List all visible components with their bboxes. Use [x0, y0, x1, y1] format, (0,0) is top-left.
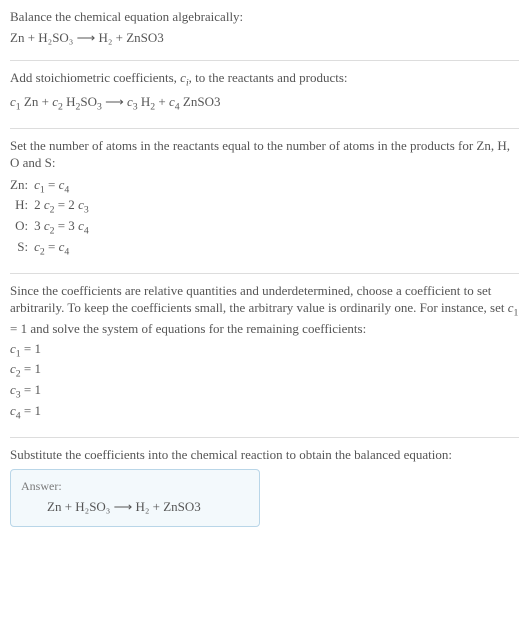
text: H: [138, 94, 151, 109]
balanced-equation: Zn + H₂SO₃ ⟶ H₂ + ZnSO3: [21, 498, 249, 516]
val: = 1: [21, 382, 41, 397]
equation: c1 = c4: [34, 176, 89, 197]
intro-text: Set the number of atoms in the reactants…: [10, 137, 519, 172]
element-label: H:: [10, 196, 34, 217]
solution-line: c1 = 1: [10, 340, 519, 361]
c-sub: 3: [84, 205, 89, 216]
text: ZnSO3: [180, 94, 221, 109]
c-sub: 4: [64, 184, 69, 195]
text: , to the reactants and products:: [189, 70, 348, 85]
solution-line: c4 = 1: [10, 402, 519, 423]
text: = 1 and solve the system of equations fo…: [10, 321, 366, 336]
mid: =: [45, 239, 59, 254]
solution-line: c2 = 1: [10, 360, 519, 381]
text: Since the coefficients are relative quan…: [10, 283, 508, 316]
c1-sub: 1: [514, 308, 519, 319]
section-problem: Balance the chemical equation algebraica…: [10, 8, 519, 61]
intro-text: Add stoichiometric coefficients, ci, to …: [10, 69, 519, 90]
solution-line: c3 = 1: [10, 381, 519, 402]
unbalanced-equation: Zn + H₂SO₃ ⟶ H₂ + ZnSO3: [10, 29, 519, 47]
equation: 2 c2 = 2 c3: [34, 196, 89, 217]
mid: = 3: [54, 218, 78, 233]
equation: c2 = c4: [34, 238, 89, 259]
section-answer: Substitute the coefficients into the che…: [10, 438, 519, 541]
c-sub: 4: [64, 247, 69, 258]
table-row: O: 3 c2 = 3 c4: [10, 217, 89, 238]
section-atom-balance: Set the number of atoms in the reactants…: [10, 129, 519, 274]
text: SO: [80, 94, 97, 109]
element-label: S:: [10, 238, 34, 259]
intro-text: Substitute the coefficients into the che…: [10, 446, 519, 464]
solution-list: c1 = 1 c2 = 1 c3 = 1 c4 = 1: [10, 340, 519, 423]
table-row: Zn: c1 = c4: [10, 176, 89, 197]
mid: =: [45, 177, 59, 192]
element-label: O:: [10, 217, 34, 238]
balance-table: Zn: c1 = c4 H: 2 c2 = 2 c3 O: 3 c2 = 3 c…: [10, 176, 89, 259]
c-sub: 4: [84, 226, 89, 237]
arrow: ⟶: [102, 94, 127, 109]
table-row: H: 2 c2 = 2 c3: [10, 196, 89, 217]
text: +: [155, 94, 169, 109]
equation: 3 c2 = 3 c4: [34, 217, 89, 238]
text: Add stoichiometric coefficients,: [10, 70, 180, 85]
table-row: S: c2 = c4: [10, 238, 89, 259]
mid: = 2: [54, 197, 78, 212]
intro-text: Since the coefficients are relative quan…: [10, 282, 519, 338]
text: Zn +: [21, 94, 53, 109]
coefficient-equation: c1 Zn + c2 H2SO3 ⟶ c3 H2 + c4 ZnSO3: [10, 93, 519, 114]
element-label: Zn:: [10, 176, 34, 197]
section-add-coefficients: Add stoichiometric coefficients, ci, to …: [10, 61, 519, 129]
answer-label: Answer:: [21, 478, 249, 494]
val: = 1: [21, 361, 41, 376]
pre: 2: [34, 197, 44, 212]
section-solve: Since the coefficients are relative quan…: [10, 274, 519, 438]
intro-text: Balance the chemical equation algebraica…: [10, 8, 519, 26]
val: = 1: [21, 341, 41, 356]
answer-box: Answer: Zn + H₂SO₃ ⟶ H₂ + ZnSO3: [10, 469, 260, 527]
val: = 1: [21, 403, 41, 418]
text: H: [63, 94, 76, 109]
pre: 3: [34, 218, 44, 233]
